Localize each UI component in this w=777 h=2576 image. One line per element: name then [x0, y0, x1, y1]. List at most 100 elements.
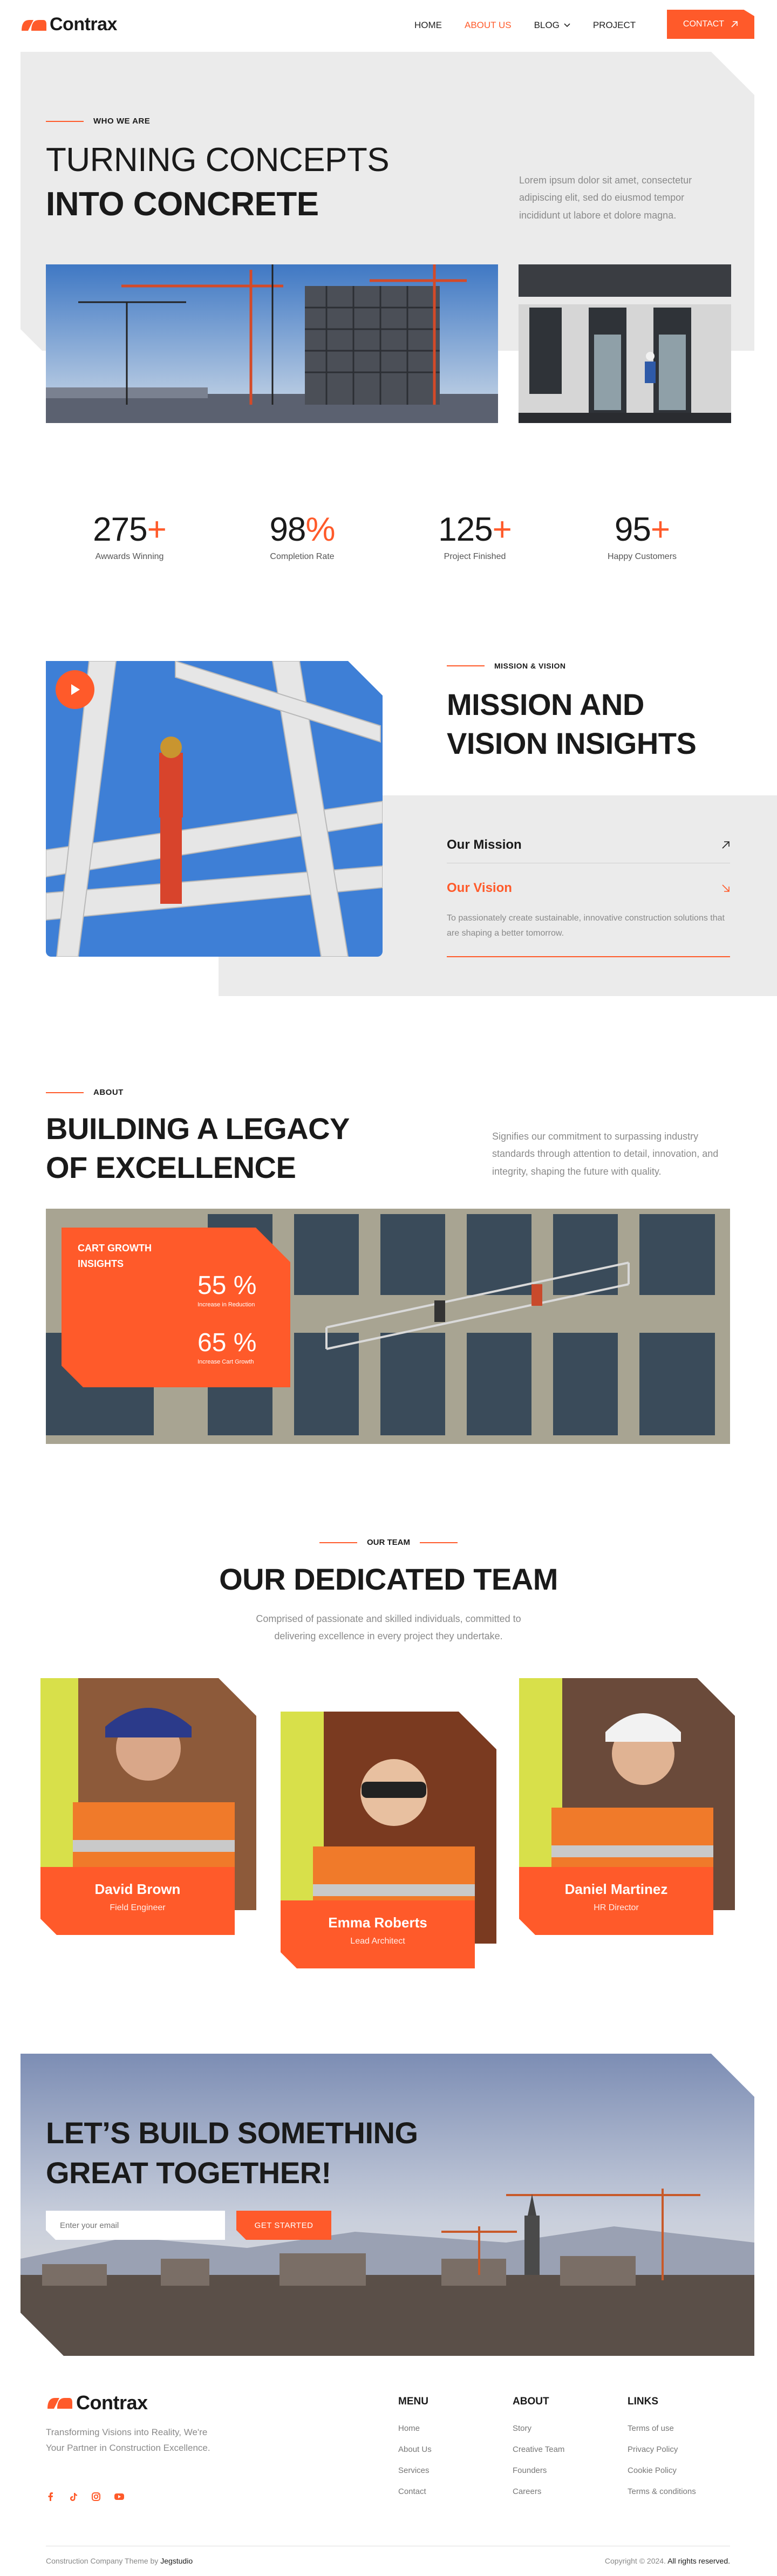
footer-link-founders[interactable]: Founders	[513, 2466, 564, 2475]
team-title: OUR DEDICATED TEAM	[219, 1562, 558, 1596]
stat-label: Awwards Winning	[95, 552, 164, 561]
footer-link-contact[interactable]: Contact	[398, 2487, 432, 2496]
hero-image-cranes	[46, 264, 498, 423]
member-name: David Brown	[94, 1881, 181, 1897]
youtube-icon[interactable]	[114, 2492, 125, 2504]
footer-copyright-prefix: Copyright © 2024.	[604, 2557, 666, 2565]
mission-eyebrow: MISSION & VISION	[447, 662, 565, 670]
tab-our-vision[interactable]: Our Vision	[447, 872, 730, 904]
stat-suffix: +	[147, 511, 167, 548]
main-nav: HOME ABOUT US BLOG PROJECT	[414, 20, 636, 31]
footer-link-cookie-policy[interactable]: Cookie Policy	[628, 2466, 696, 2475]
about-eyebrow-text: ABOUT	[93, 1088, 124, 1097]
footer-logo[interactable]: Contrax	[46, 2391, 148, 2414]
nav-home[interactable]: HOME	[414, 20, 442, 31]
stat-item: 98% Completion Rate	[237, 510, 367, 562]
facebook-icon[interactable]	[46, 2492, 56, 2504]
stat-value: 98%	[237, 510, 367, 549]
footer-col-title: ABOUT	[513, 2396, 549, 2407]
social-icons	[46, 2492, 125, 2504]
email-input[interactable]	[46, 2211, 225, 2240]
team-card-david[interactable]: David Brown Field Engineer	[40, 1867, 235, 1935]
get-started-button[interactable]: GET STARTED	[236, 2211, 331, 2240]
footer-link-story[interactable]: Story	[513, 2424, 564, 2433]
about-description: Signifies our commitment to surpassing i…	[492, 1131, 719, 1177]
logo-icon	[22, 19, 46, 31]
stat-item: 275+ Awwards Winning	[65, 510, 194, 562]
mission-title-line2: VISION INSIGHTS	[447, 726, 697, 760]
hero-eyebrow-text: WHO WE ARE	[93, 117, 151, 126]
stat-suffix: +	[492, 511, 512, 548]
logo-text: Contrax	[50, 14, 117, 35]
stat-value: 275+	[65, 510, 194, 549]
eyebrow-line	[46, 1092, 84, 1093]
team-description-line2: delivering excellence in every project t…	[274, 1631, 503, 1642]
footer-col-title: MENU	[398, 2396, 428, 2407]
metric-reduction-label: Increase in Reduction	[197, 1301, 255, 1308]
stat-number: 95	[614, 511, 651, 548]
chevron-down-icon	[564, 23, 570, 28]
member-name: Emma Roberts	[328, 1914, 427, 1931]
arrow-up-right-icon	[731, 21, 738, 28]
tab-our-vision-label: Our Vision	[447, 881, 512, 895]
play-button[interactable]	[56, 670, 94, 709]
hero-title-line1: TURNING CONCEPTS	[46, 141, 390, 179]
arrow-up-right-icon	[722, 841, 730, 849]
mission-eyebrow-text: MISSION & VISION	[494, 662, 566, 670]
vision-divider	[447, 956, 730, 957]
metric-cart-growth: 65 % Increase Cart Growth	[197, 1328, 256, 1365]
cta-title: LET’S BUILD SOMETHING GREAT TOGETHER!	[46, 2113, 418, 2193]
footer-credit-prefix: Construction Company Theme by	[46, 2557, 159, 2565]
team-card-emma[interactable]: Emma Roberts Lead Architect	[281, 1900, 475, 1968]
nav-project[interactable]: PROJECT	[593, 20, 636, 31]
team-card-daniel[interactable]: Daniel Martinez HR Director	[519, 1867, 713, 1935]
mission-title-line1: MISSION AND	[447, 687, 644, 721]
instagram-icon[interactable]	[91, 2492, 101, 2504]
stat-suffix: %	[305, 511, 335, 548]
metric-reduction-value: 55 %	[197, 1271, 257, 1300]
growth-card-title-line2: INSIGHTS	[78, 1258, 124, 1269]
tab-our-mission[interactable]: Our Mission	[447, 827, 730, 863]
footer-link-about-us[interactable]: About Us	[398, 2445, 432, 2454]
nav-blog[interactable]: BLOG	[534, 20, 570, 31]
footer-link-services[interactable]: Services	[398, 2466, 432, 2475]
growth-insights-card: CART GROWTH INSIGHTS 55 % Increase in Re…	[62, 1228, 290, 1387]
eyebrow-line	[447, 665, 485, 666]
footer-tagline: Transforming Visions into Reality, We're…	[46, 2425, 210, 2456]
contact-button[interactable]: CONTACT	[667, 10, 754, 39]
footer-logo-text: Contrax	[76, 2391, 148, 2414]
logo[interactable]: Contrax	[21, 14, 117, 35]
team-description-line1: Comprised of passionate and skilled indi…	[256, 1613, 521, 1624]
footer-credit-brand[interactable]: Jegstudio	[160, 2557, 193, 2565]
hero-title: TURNING CONCEPTS INTO CONCRETE	[46, 138, 390, 227]
footer-tagline-line1: Transforming Visions into Reality, We're	[46, 2427, 208, 2437]
nav-about-us[interactable]: ABOUT US	[465, 20, 512, 31]
footer-link-terms-conditions[interactable]: Terms & conditions	[628, 2487, 696, 2496]
tiktok-icon[interactable]	[69, 2492, 78, 2504]
member-role: Field Engineer	[110, 1903, 166, 1912]
cta-banner	[21, 2054, 754, 2356]
eyebrow-line	[319, 1542, 357, 1543]
footer-link-terms-of-use[interactable]: Terms of use	[628, 2424, 696, 2433]
stat-label: Happy Customers	[607, 552, 677, 561]
logo-icon	[47, 2398, 72, 2409]
footer-link-privacy-policy[interactable]: Privacy Policy	[628, 2445, 696, 2454]
eyebrow-line	[46, 120, 84, 122]
about-title-line2: OF EXCELLENCE	[46, 1150, 296, 1184]
eyebrow-line	[420, 1542, 458, 1543]
footer-col-menu: MENU Home About Us Services Contact	[398, 2396, 432, 2496]
about-eyebrow: ABOUT	[46, 1088, 124, 1097]
member-name: Daniel Martinez	[564, 1881, 668, 1897]
team-eyebrow: OUR TEAM	[0, 1538, 777, 1547]
stat-label: Completion Rate	[270, 552, 335, 561]
footer-link-home[interactable]: Home	[398, 2424, 432, 2433]
member-role: HR Director	[594, 1903, 639, 1912]
hero-image-facade	[519, 264, 731, 423]
mission-image-worker	[46, 661, 383, 957]
footer-copyright-suffix: All rights reserved.	[667, 2557, 730, 2565]
footer-link-creative-team[interactable]: Creative Team	[513, 2445, 564, 2454]
stat-suffix: +	[650, 511, 670, 548]
metric-reduction: 55 % Increase in Reduction	[197, 1271, 256, 1308]
growth-card-title-line1: CART GROWTH	[78, 1243, 152, 1253]
footer-link-careers[interactable]: Careers	[513, 2487, 564, 2496]
